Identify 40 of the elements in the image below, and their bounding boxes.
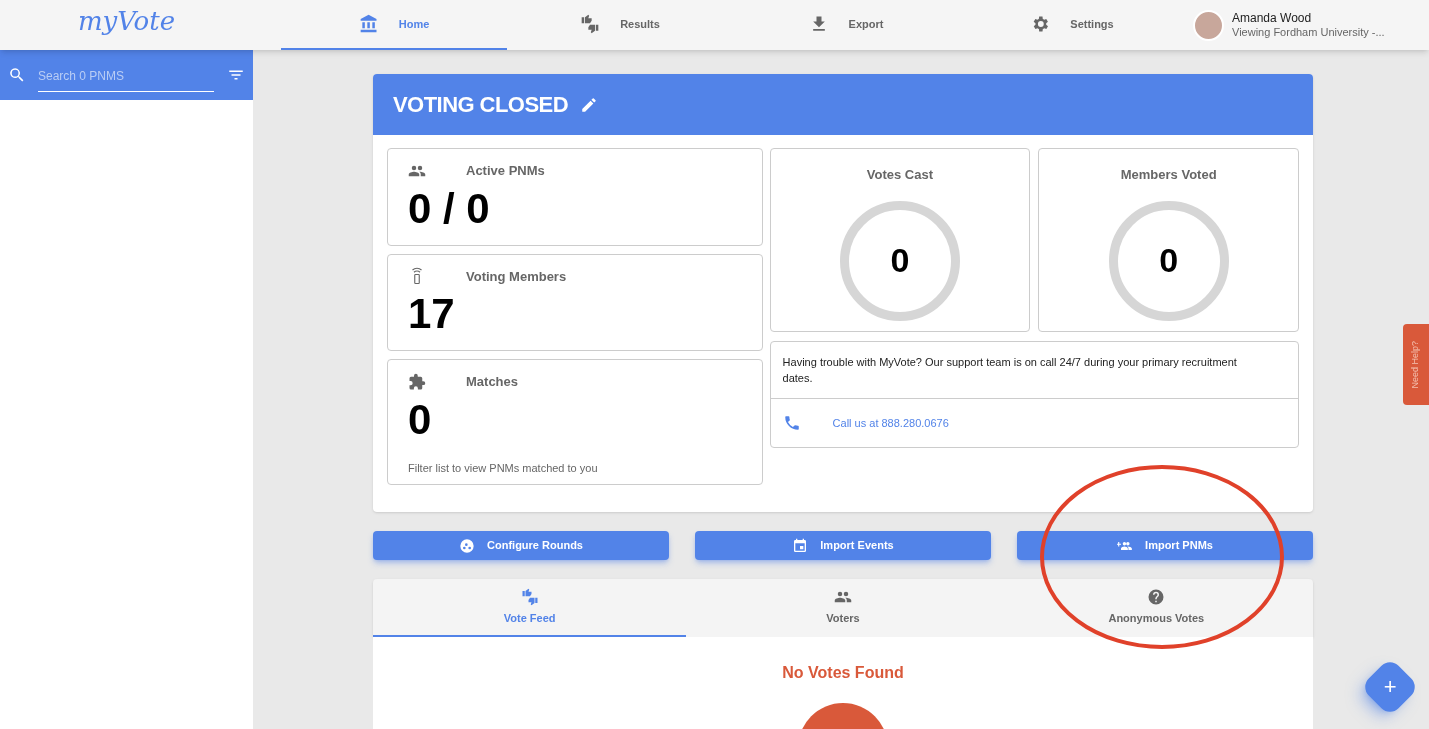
search-input[interactable]: Search 0 PNMS bbox=[38, 66, 214, 85]
stat-value: 17 bbox=[408, 289, 456, 339]
gauge-value: 0 bbox=[1159, 240, 1179, 281]
nav-tab[interactable]: Settings bbox=[959, 0, 1185, 50]
thumbs-icon bbox=[580, 14, 601, 34]
phone-icon bbox=[782, 414, 801, 432]
gauge-value: 0 bbox=[890, 240, 910, 281]
puzzle-icon bbox=[408, 372, 426, 391]
card-title: VOTING CLOSED bbox=[393, 91, 568, 119]
user-name: Amanda Wood bbox=[1232, 10, 1313, 26]
action-button[interactable]: Import Events bbox=[695, 531, 991, 560]
gauge-label: Members Voted bbox=[1120, 166, 1217, 184]
stat-label: Active PNMs bbox=[466, 162, 545, 180]
support-text: Having trouble with MyVote? Our support team is on call 24/7 during your primary recruitment dates. bbox=[770, 342, 1298, 399]
help-tab[interactable]: Need Help? bbox=[1403, 324, 1429, 405]
feed-tab[interactable]: Anonymous Votes bbox=[999, 579, 1313, 637]
gauge-label: Votes Cast bbox=[866, 166, 934, 184]
logo[interactable]: myVote bbox=[77, 1, 176, 41]
feed-tab[interactable]: Voters bbox=[686, 579, 1000, 637]
empty-message: No Votes Found bbox=[782, 663, 904, 683]
stat-value: 0 / 0 bbox=[408, 183, 491, 234]
stat-value: 0 bbox=[408, 394, 433, 445]
stat-note: Filter list to view PNMs matched to you bbox=[408, 460, 599, 476]
search-icon bbox=[8, 66, 26, 84]
stat-label: Matches bbox=[466, 373, 519, 391]
search-field[interactable]: Search 0 PNMS bbox=[38, 58, 214, 92]
avatar[interactable] bbox=[1193, 9, 1224, 41]
bank-icon bbox=[358, 14, 379, 34]
nav-tab[interactable]: Export bbox=[733, 0, 959, 50]
calendar-icon bbox=[792, 537, 809, 554]
pencil-icon[interactable] bbox=[580, 95, 598, 114]
question-icon bbox=[1147, 587, 1166, 606]
user-subtitle: Viewing Fordham University -... bbox=[1232, 25, 1385, 40]
action-button[interactable]: Configure Rounds bbox=[373, 531, 669, 560]
nav-tab[interactable]: Home bbox=[281, 0, 507, 50]
thumbs-icon bbox=[520, 587, 539, 606]
stat-label: Voting Members bbox=[466, 267, 567, 286]
nav-tab[interactable]: Results bbox=[507, 0, 733, 50]
call-link[interactable]: Call us at 888.280.0676 bbox=[832, 414, 949, 432]
action-button[interactable]: Import PNMs bbox=[1017, 531, 1313, 560]
